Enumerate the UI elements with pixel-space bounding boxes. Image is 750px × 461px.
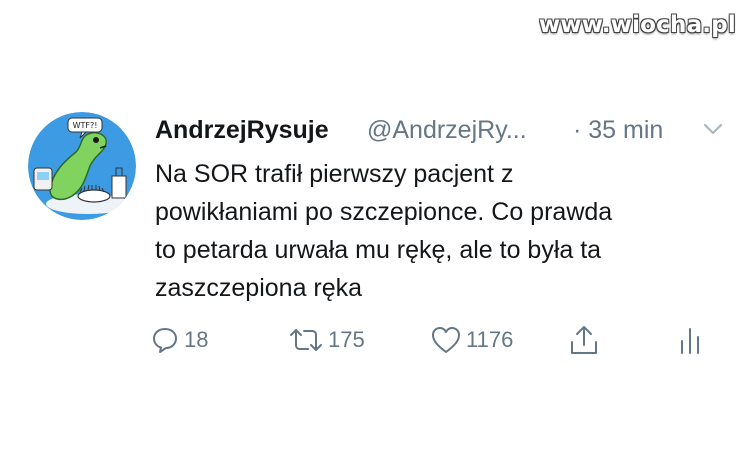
avatar-illustration: WTF?! [28, 112, 136, 220]
reply-icon [150, 325, 180, 355]
tweet-header: AndrzejRysuje @AndrzejRy... · 35 min [155, 116, 723, 148]
tweet-actions: 18 175 1176 [150, 322, 710, 358]
retweet-icon [288, 325, 324, 355]
tweet: WTF?! AndrzejRysuje @AndrzejRy... · 35 m… [0, 0, 750, 461]
heart-icon [430, 325, 462, 355]
display-name[interactable]: AndrzejRysuje [155, 116, 329, 145]
tweet-time[interactable]: · 35 min [573, 116, 663, 145]
avatar-bubble-text: WTF?! [73, 121, 98, 130]
retweet-count: 175 [328, 327, 365, 352]
analytics-icon [678, 323, 702, 357]
retweet-button[interactable]: 175 [288, 322, 365, 358]
chevron-down-icon[interactable] [703, 122, 723, 136]
reply-count: 18 [184, 327, 209, 352]
tweet-text: Na SOR trafił pierwszy pacjent z powikła… [155, 155, 715, 307]
share-icon [568, 323, 600, 357]
tweet-text-line: zaszczepiona ręka [155, 274, 363, 302]
tweet-text-line: powikłaniami po szczepionce. Co prawda [155, 198, 613, 226]
avatar[interactable]: WTF?! [28, 112, 136, 220]
analytics-button[interactable] [678, 322, 702, 358]
tweet-text-line: Na SOR trafił pierwszy pacjent z [155, 160, 514, 188]
share-button[interactable] [568, 322, 600, 358]
user-handle[interactable]: @AndrzejRy... [367, 116, 527, 145]
like-button[interactable]: 1176 [430, 322, 513, 358]
tweet-text-line: to petarda urwała mu rękę, ale to była t… [155, 236, 602, 264]
like-count: 1176 [466, 327, 514, 352]
reply-button[interactable]: 18 [150, 322, 208, 358]
